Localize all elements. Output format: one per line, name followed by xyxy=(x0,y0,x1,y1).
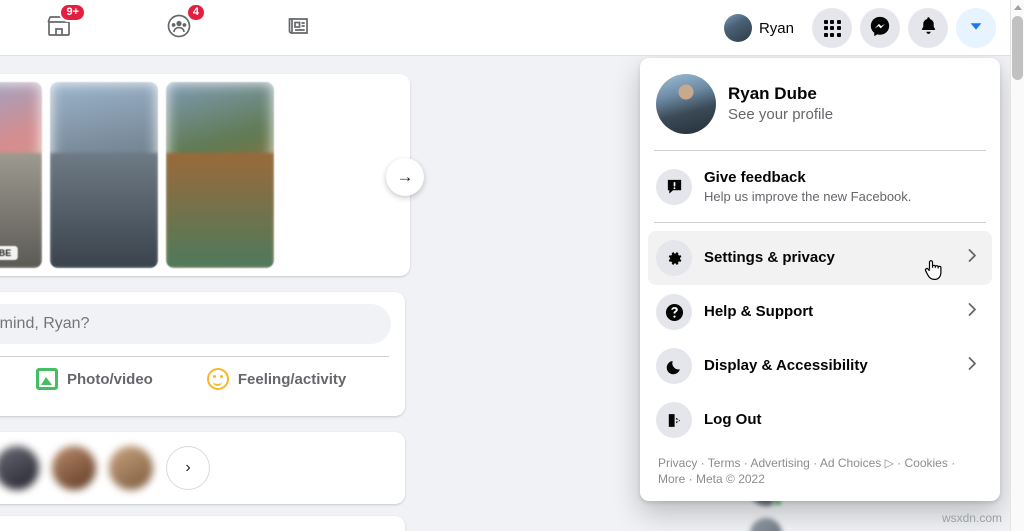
menu-item-label: Give feedback xyxy=(704,169,806,186)
avatar xyxy=(723,14,752,42)
feed-post-card xyxy=(0,516,405,531)
post-composer: Photo/video Feeling/activity xyxy=(0,292,405,416)
ad-choices-icon: ▷ xyxy=(884,456,894,470)
story-label: YOUTU.BE xyxy=(0,246,18,260)
chevron-down-icon xyxy=(967,17,985,40)
menu-item-help-support[interactable]: Help & Support xyxy=(648,285,992,339)
feedback-text: Give feedback Help us improve the new Fa… xyxy=(704,168,911,205)
nav-tab-marketplace[interactable]: 9+ xyxy=(30,3,88,51)
mouse-cursor xyxy=(922,256,946,291)
footer-sep: · xyxy=(740,456,751,470)
chevron-right-icon xyxy=(964,302,980,323)
nav-tab-news[interactable] xyxy=(270,5,328,51)
feeling-activity-button[interactable]: Feeling/activity xyxy=(195,360,358,398)
contacts-next-button[interactable]: › xyxy=(166,446,210,490)
newspaper-icon xyxy=(285,12,313,45)
composer-input[interactable] xyxy=(0,304,391,344)
chevron-right-icon xyxy=(964,248,980,269)
avatar[interactable] xyxy=(0,446,39,490)
composer-top-row xyxy=(0,304,391,344)
bell-icon xyxy=(918,15,939,41)
dropdown-profile-row[interactable]: Ryan Dube See your profile xyxy=(648,66,992,142)
footer-sep: · xyxy=(947,456,956,470)
footer-link-advertising[interactable]: Advertising xyxy=(750,456,809,470)
logout-icon xyxy=(656,402,692,438)
groups-badge: 4 xyxy=(185,3,206,22)
chevron-right-icon xyxy=(964,356,980,377)
profile-name: Ryan Dube xyxy=(728,84,817,103)
divider xyxy=(654,222,986,223)
scrollbar-thumb[interactable] xyxy=(1012,16,1023,80)
messenger-button[interactable] xyxy=(860,8,900,48)
photo-icon xyxy=(36,368,58,390)
menu-item-label: Log Out xyxy=(704,411,762,428)
divider xyxy=(654,150,986,151)
menu-item-display-accessibility[interactable]: Display & Accessibility xyxy=(648,339,992,393)
stories-next-button[interactable]: → xyxy=(386,158,424,196)
menu-item-label: Display & Accessibility xyxy=(704,357,868,374)
marketplace-badge: 9+ xyxy=(59,3,86,22)
browser-scrollbar[interactable] xyxy=(1010,0,1024,531)
menu-button[interactable] xyxy=(812,8,852,48)
menu-item-label: Help & Support xyxy=(704,303,814,320)
nav-tab-groups[interactable]: 4 xyxy=(150,3,208,51)
dropdown-footer-links: Privacy · Terms · Advertising · Ad Choic… xyxy=(648,447,992,493)
footer-link-privacy[interactable]: Privacy xyxy=(658,456,697,470)
scroll-up-arrow-icon[interactable] xyxy=(1014,5,1022,10)
footer-sep: · xyxy=(697,456,708,470)
profile-subtitle: See your profile xyxy=(728,106,834,123)
nav-profile-name: Ryan xyxy=(758,19,794,37)
account-dropdown-button[interactable] xyxy=(956,8,996,48)
menu-item-description: Help us improve the new Facebook. xyxy=(704,189,912,204)
menu-item-label: Settings & privacy xyxy=(704,249,835,266)
notifications-button[interactable] xyxy=(908,8,948,48)
avatar xyxy=(656,74,716,134)
top-navigation-bar: 9+ 4 Ryan xyxy=(0,0,1010,56)
composer-actions: Photo/video Feeling/activity xyxy=(0,357,391,401)
feeling-activity-label: Feeling/activity xyxy=(237,370,347,388)
facebook-page: 9+ 4 Ryan BE → What's on your mind, Ryan… xyxy=(0,0,1024,531)
smiley-icon xyxy=(206,368,229,390)
avatar[interactable] xyxy=(52,446,96,490)
gear-icon xyxy=(656,240,692,276)
menu-item-give-feedback[interactable]: Give feedback Help us improve the new Fa… xyxy=(648,159,992,214)
footer-link-terms[interactable]: Terms xyxy=(708,456,741,470)
contacts-avatar-strip: › xyxy=(0,432,405,504)
avatar[interactable] xyxy=(109,446,153,490)
footer-sep: · xyxy=(809,456,820,470)
nav-right-actions: Ryan xyxy=(720,0,996,56)
watermark: wsxdn.com xyxy=(941,511,1002,525)
story-card[interactable] xyxy=(166,82,274,268)
photo-video-button[interactable]: Photo/video xyxy=(24,360,165,398)
footer-link-more[interactable]: More xyxy=(658,472,685,486)
feedback-bubble-icon xyxy=(656,168,692,205)
grid-menu-icon xyxy=(823,19,841,37)
messenger-icon xyxy=(869,15,891,42)
photo-video-label: Photo/video xyxy=(67,370,153,388)
stories-carousel: YOUTU.BE xyxy=(0,74,410,276)
footer-link-ad-choices[interactable]: Ad Choices xyxy=(820,456,881,470)
menu-item-log-out[interactable]: Log Out xyxy=(648,393,992,447)
story-card[interactable]: YOUTU.BE xyxy=(0,82,42,268)
nav-profile-chip[interactable]: Ryan xyxy=(720,10,804,46)
footer-copyright: Meta © 2022 xyxy=(696,472,765,486)
dropdown-profile-text: Ryan Dube See your profile xyxy=(728,83,833,125)
question-circle-icon xyxy=(656,294,692,330)
footer-sep: · xyxy=(685,472,697,486)
account-dropdown-menu: Ryan Dube See your profile Give feedback… xyxy=(640,58,1000,501)
footer-link-cookies[interactable]: Cookies xyxy=(905,456,948,470)
moon-icon xyxy=(656,348,692,384)
story-card[interactable] xyxy=(50,82,158,268)
avatar xyxy=(750,518,782,531)
nav-tabs: 9+ 4 xyxy=(30,0,328,56)
footer-sep: · xyxy=(893,456,905,470)
